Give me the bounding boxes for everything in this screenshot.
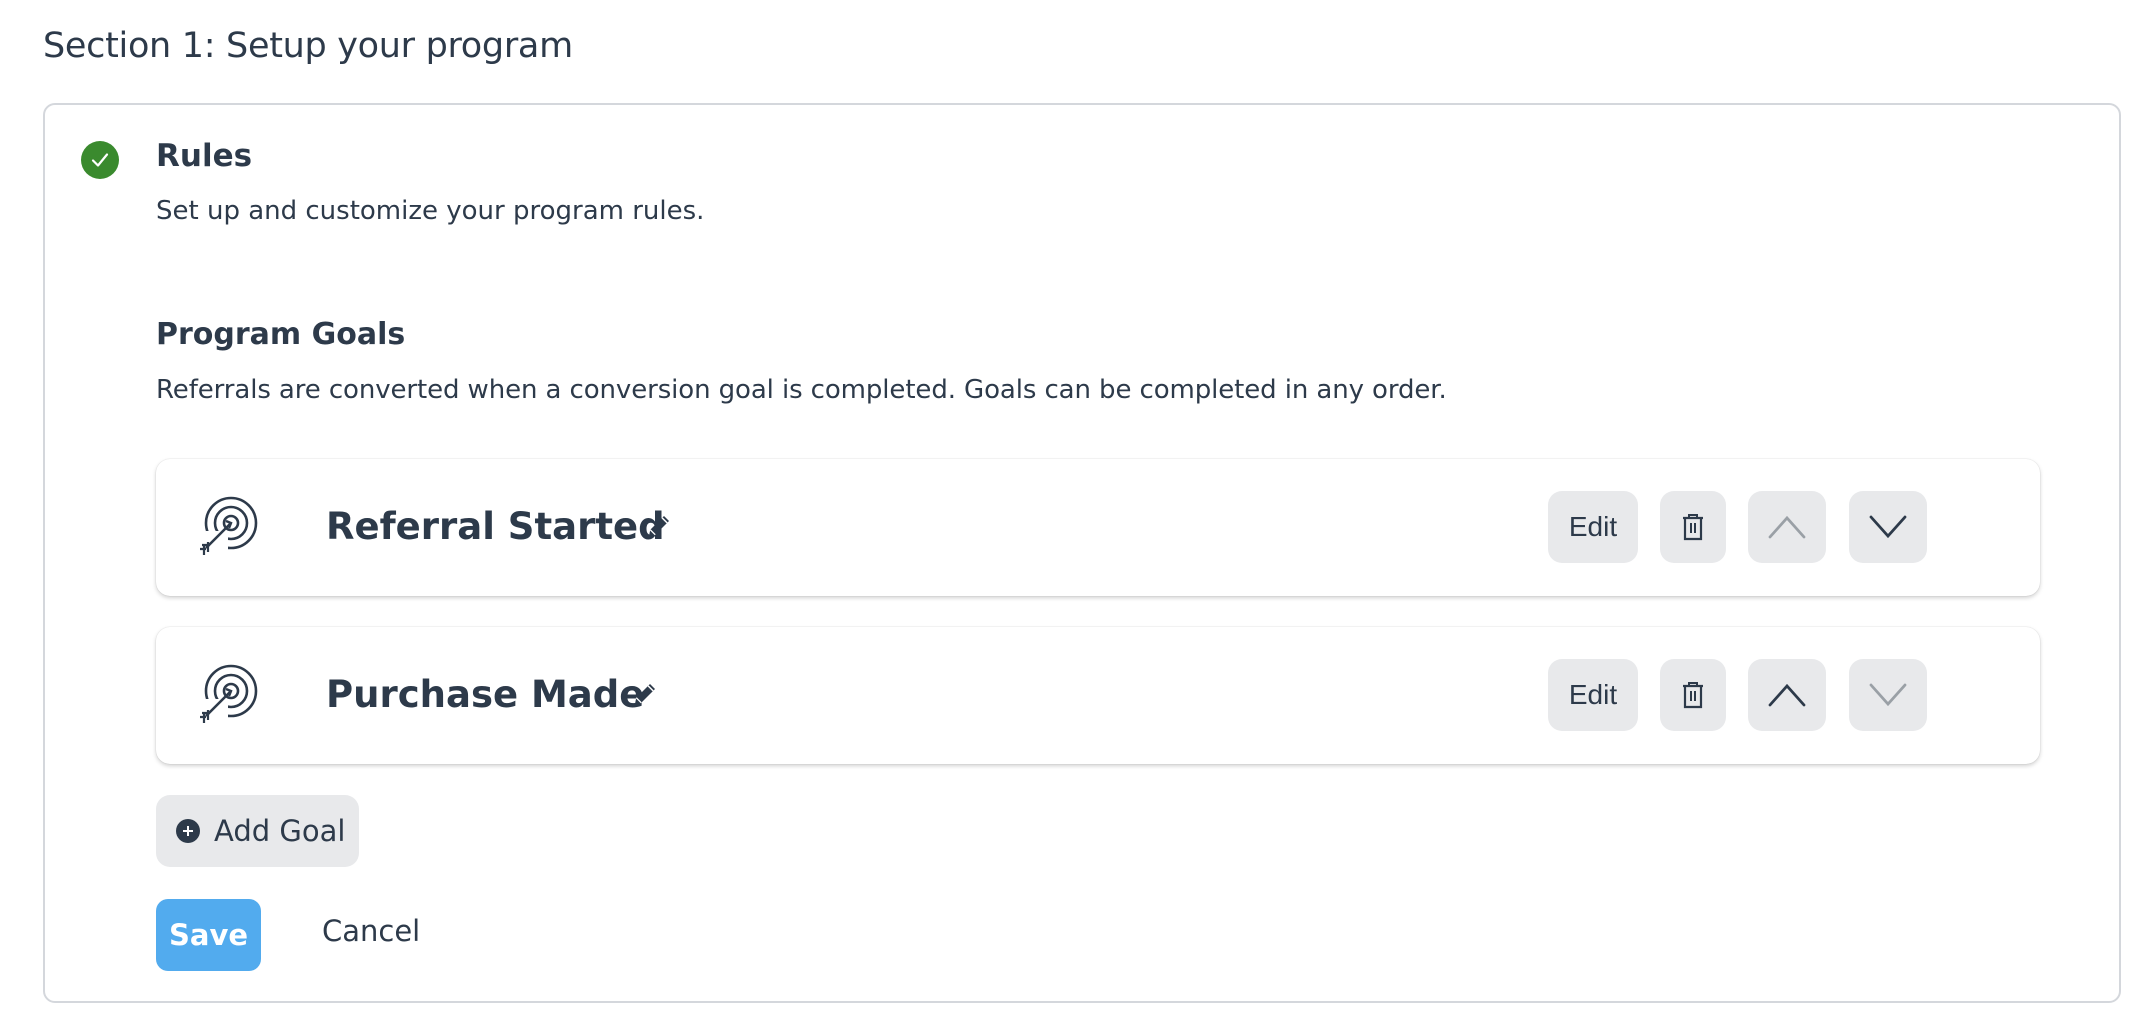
cancel-button[interactable]: Cancel: [322, 914, 420, 948]
move-down-button[interactable]: [1849, 659, 1927, 731]
rules-title: Rules: [156, 138, 253, 174]
plus-circle-icon: [176, 819, 200, 843]
program-goals-title: Program Goals: [156, 317, 406, 352]
target-icon: [200, 664, 258, 723]
target-icon: [200, 496, 258, 555]
edit-button[interactable]: Edit: [1548, 491, 1638, 563]
pencil-icon[interactable]: [630, 679, 660, 709]
program-goals-description: Referrals are converted when a conversio…: [156, 375, 1447, 405]
chevron-up-icon: [1768, 683, 1806, 707]
goal-name: Purchase Made: [326, 673, 645, 716]
edit-button[interactable]: Edit: [1548, 659, 1638, 731]
check-circle-icon: [81, 141, 119, 179]
rules-description: Set up and customize your program rules.: [156, 196, 705, 226]
move-down-button[interactable]: [1849, 491, 1927, 563]
add-goal-label: Add Goal: [214, 814, 346, 848]
trash-icon: [1683, 682, 1703, 709]
delete-button[interactable]: [1660, 659, 1726, 731]
chevron-down-icon: [1869, 515, 1907, 539]
goal-card: Referral Started Edit: [156, 459, 2040, 596]
move-up-button[interactable]: [1748, 491, 1826, 563]
delete-button[interactable]: [1660, 491, 1726, 563]
goal-name: Referral Started: [326, 505, 665, 548]
save-button[interactable]: Save: [156, 899, 261, 971]
move-up-button[interactable]: [1748, 659, 1826, 731]
section-title: Section 1: Setup your program: [43, 26, 573, 66]
pencil-icon[interactable]: [644, 511, 674, 541]
chevron-down-icon: [1869, 683, 1907, 707]
trash-icon: [1683, 514, 1703, 541]
chevron-up-icon: [1768, 515, 1806, 539]
goal-card: Purchase Made Edit: [156, 627, 2040, 764]
add-goal-button[interactable]: Add Goal: [156, 795, 359, 867]
